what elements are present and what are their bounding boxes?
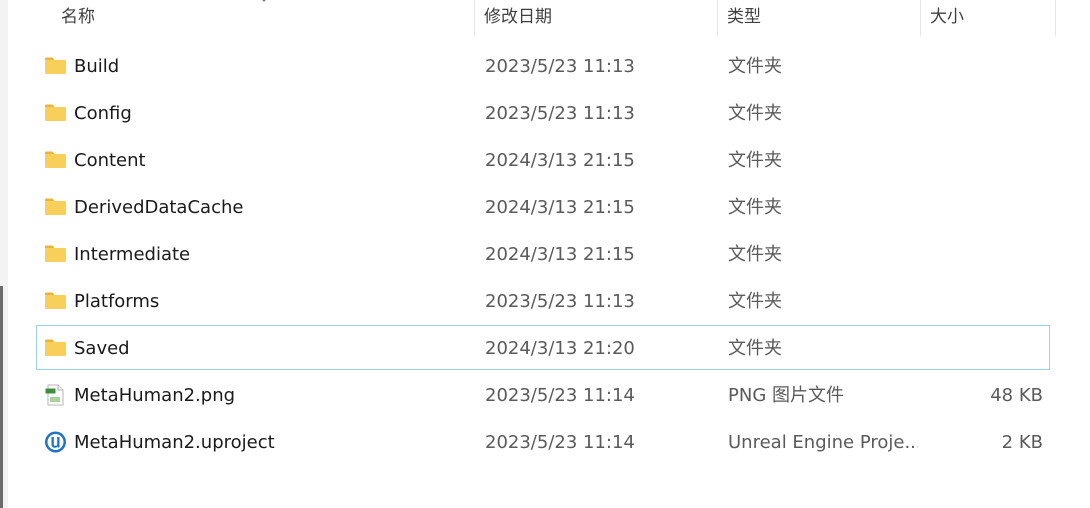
file-type: 文件夹 bbox=[728, 291, 782, 312]
folder-icon bbox=[45, 57, 66, 74]
column-header-name[interactable]: 名称 bbox=[61, 0, 95, 34]
folder-icon bbox=[45, 198, 66, 215]
file-modified-date: 2024/3/13 21:15 bbox=[485, 150, 635, 171]
file-modified-date: 2024/3/13 21:20 bbox=[485, 338, 635, 359]
file-type: 文件夹 bbox=[728, 244, 782, 265]
file-name: MetaHuman2.uproject bbox=[74, 432, 275, 453]
file-name: Build bbox=[74, 56, 120, 77]
file-modified-date: 2024/3/13 21:15 bbox=[485, 197, 635, 218]
file-modified-date: 2023/5/23 11:13 bbox=[485, 56, 635, 77]
file-list: Build 2023/5/23 11:13 文件夹 Config 2023/5/… bbox=[36, 43, 1050, 466]
file-type: PNG 图片文件 bbox=[728, 385, 844, 406]
file-row-intermediate[interactable]: Intermediate 2024/3/13 21:15 文件夹 bbox=[36, 231, 1050, 276]
column-header-type[interactable]: 类型 bbox=[727, 0, 761, 34]
file-row-metahuman2-uproject[interactable]: MetaHuman2.uproject 2023/5/23 11:14 Unre… bbox=[36, 419, 1050, 464]
file-row-build[interactable]: Build 2023/5/23 11:13 文件夹 bbox=[36, 43, 1050, 88]
file-modified-date: 2023/5/23 11:13 bbox=[485, 291, 635, 312]
scrollbar-thumb[interactable] bbox=[0, 286, 3, 508]
file-modified-date: 2023/5/23 11:14 bbox=[485, 385, 635, 406]
file-type: 文件夹 bbox=[728, 103, 782, 124]
file-row-metahuman2-png[interactable]: MetaHuman2.png 2023/5/23 11:14 PNG 图片文件 … bbox=[36, 372, 1050, 417]
file-explorer-view: 名称 修改日期 类型 大小 Build 2023/5/23 11:13 文件夹 … bbox=[0, 0, 1090, 508]
file-modified-date: 2023/5/23 11:14 bbox=[485, 432, 635, 453]
file-name: Content bbox=[74, 150, 146, 171]
file-modified-date: 2024/3/13 21:15 bbox=[485, 244, 635, 265]
unreal-engine-icon bbox=[45, 431, 66, 453]
folder-icon bbox=[45, 151, 66, 168]
file-type: 文件夹 bbox=[728, 56, 782, 77]
sort-ascending-icon bbox=[262, 0, 266, 2]
file-name: Config bbox=[74, 103, 132, 124]
file-size: 2 KB bbox=[1001, 432, 1043, 453]
file-row-content[interactable]: Content 2024/3/13 21:15 文件夹 bbox=[36, 137, 1050, 182]
file-row-deriveddatacache[interactable]: DerivedDataCache 2024/3/13 21:15 文件夹 bbox=[36, 184, 1050, 229]
column-header-date[interactable]: 修改日期 bbox=[484, 0, 552, 34]
file-name: MetaHuman2.png bbox=[74, 385, 236, 406]
file-name: Saved bbox=[74, 338, 130, 359]
png-file-icon bbox=[45, 384, 64, 406]
file-row-saved[interactable]: Saved 2024/3/13 21:20 文件夹 bbox=[36, 325, 1050, 370]
file-size: 48 KB bbox=[990, 385, 1043, 406]
file-type: 文件夹 bbox=[728, 150, 782, 171]
column-header-bar: 名称 修改日期 类型 大小 bbox=[0, 0, 1090, 36]
file-type: Unreal Engine Proje... bbox=[728, 432, 918, 453]
file-row-config[interactable]: Config 2023/5/23 11:13 文件夹 bbox=[36, 90, 1050, 135]
file-name: DerivedDataCache bbox=[74, 197, 244, 218]
column-divider[interactable] bbox=[474, 0, 475, 36]
file-modified-date: 2023/5/23 11:13 bbox=[485, 103, 635, 124]
column-header-size[interactable]: 大小 bbox=[930, 0, 964, 34]
folder-icon bbox=[45, 104, 66, 121]
folder-icon bbox=[45, 292, 66, 309]
file-name: Platforms bbox=[74, 291, 160, 312]
folder-icon bbox=[45, 245, 66, 262]
column-divider[interactable] bbox=[717, 0, 718, 36]
folder-icon bbox=[45, 339, 66, 356]
file-row-platforms[interactable]: Platforms 2023/5/23 11:13 文件夹 bbox=[36, 278, 1050, 323]
file-type: 文件夹 bbox=[728, 338, 782, 359]
file-name: Intermediate bbox=[74, 244, 191, 265]
file-type: 文件夹 bbox=[728, 197, 782, 218]
column-divider[interactable] bbox=[1055, 0, 1056, 36]
column-divider[interactable] bbox=[920, 0, 921, 36]
